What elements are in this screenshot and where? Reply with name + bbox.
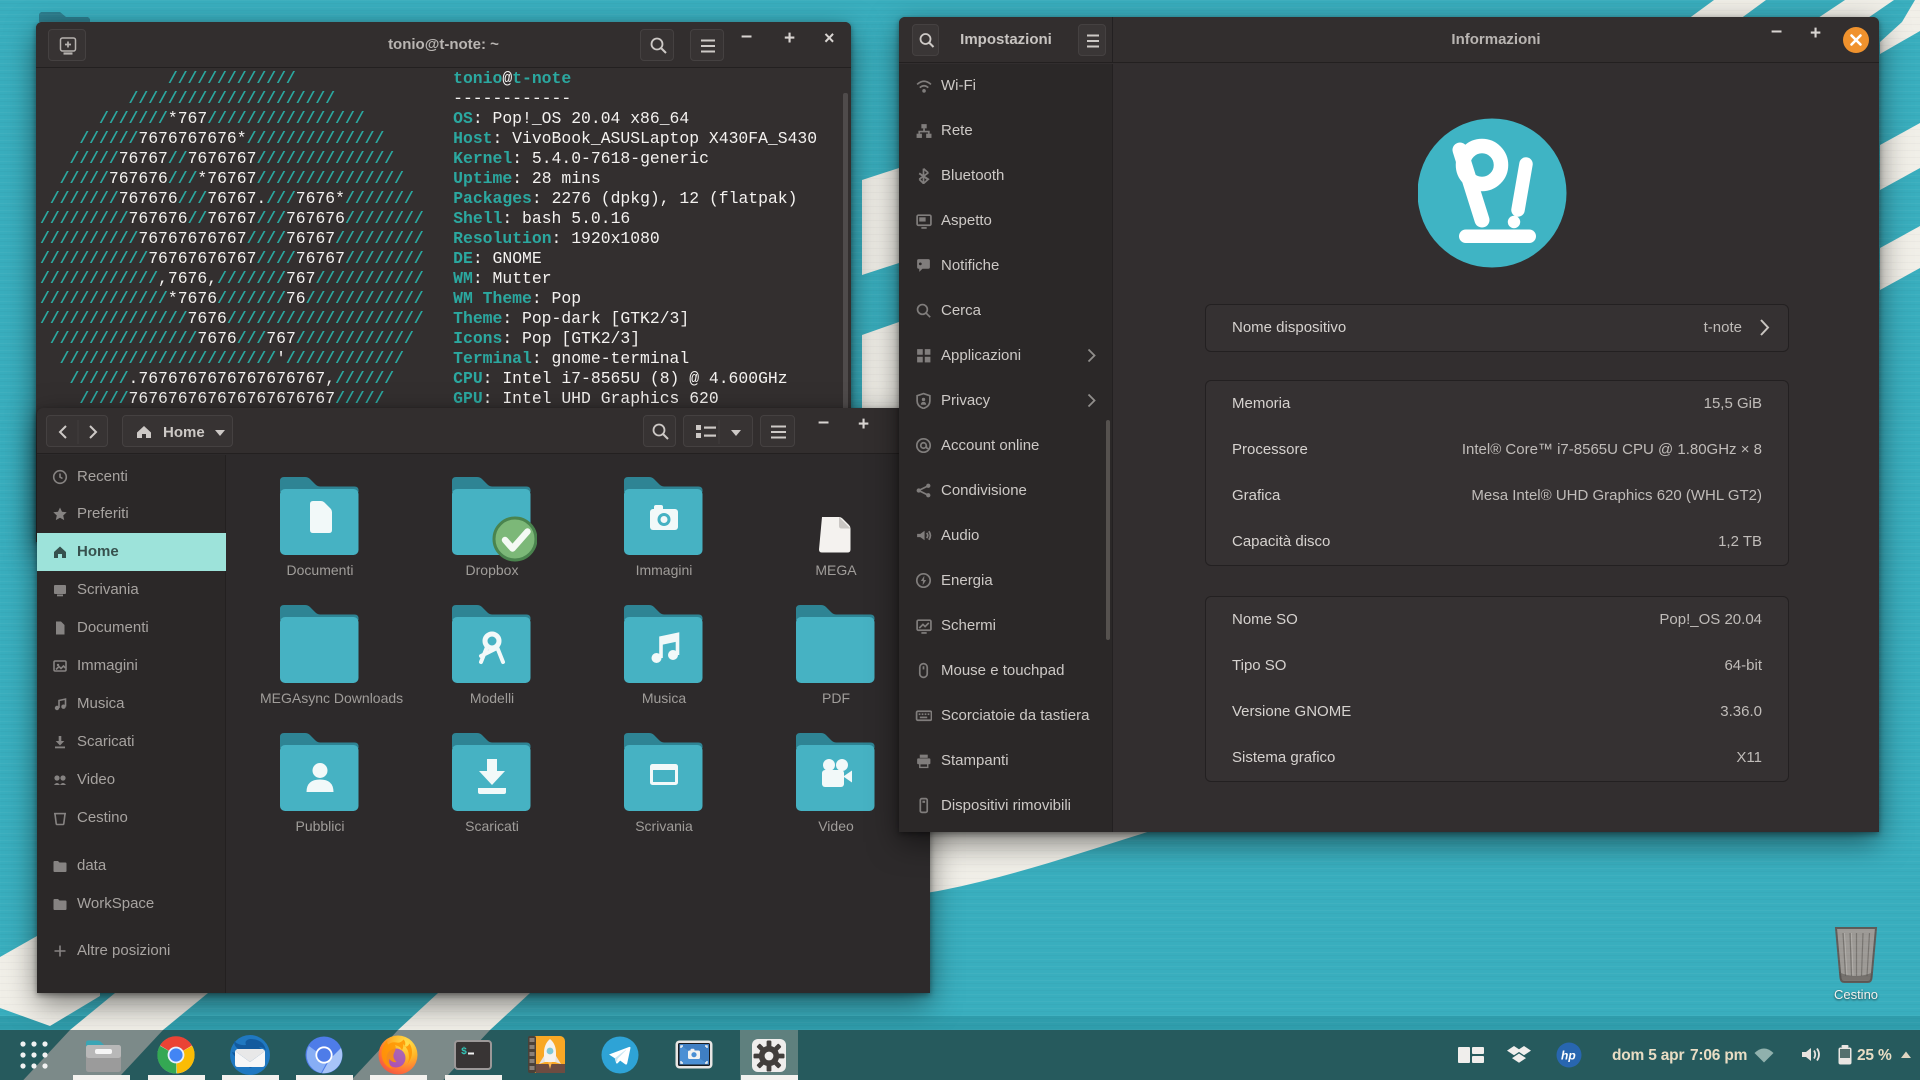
svg-text:hp: hp — [1561, 1049, 1576, 1063]
svg-text:$: $ — [461, 1046, 467, 1058]
svg-text:Home: Home — [163, 424, 205, 441]
